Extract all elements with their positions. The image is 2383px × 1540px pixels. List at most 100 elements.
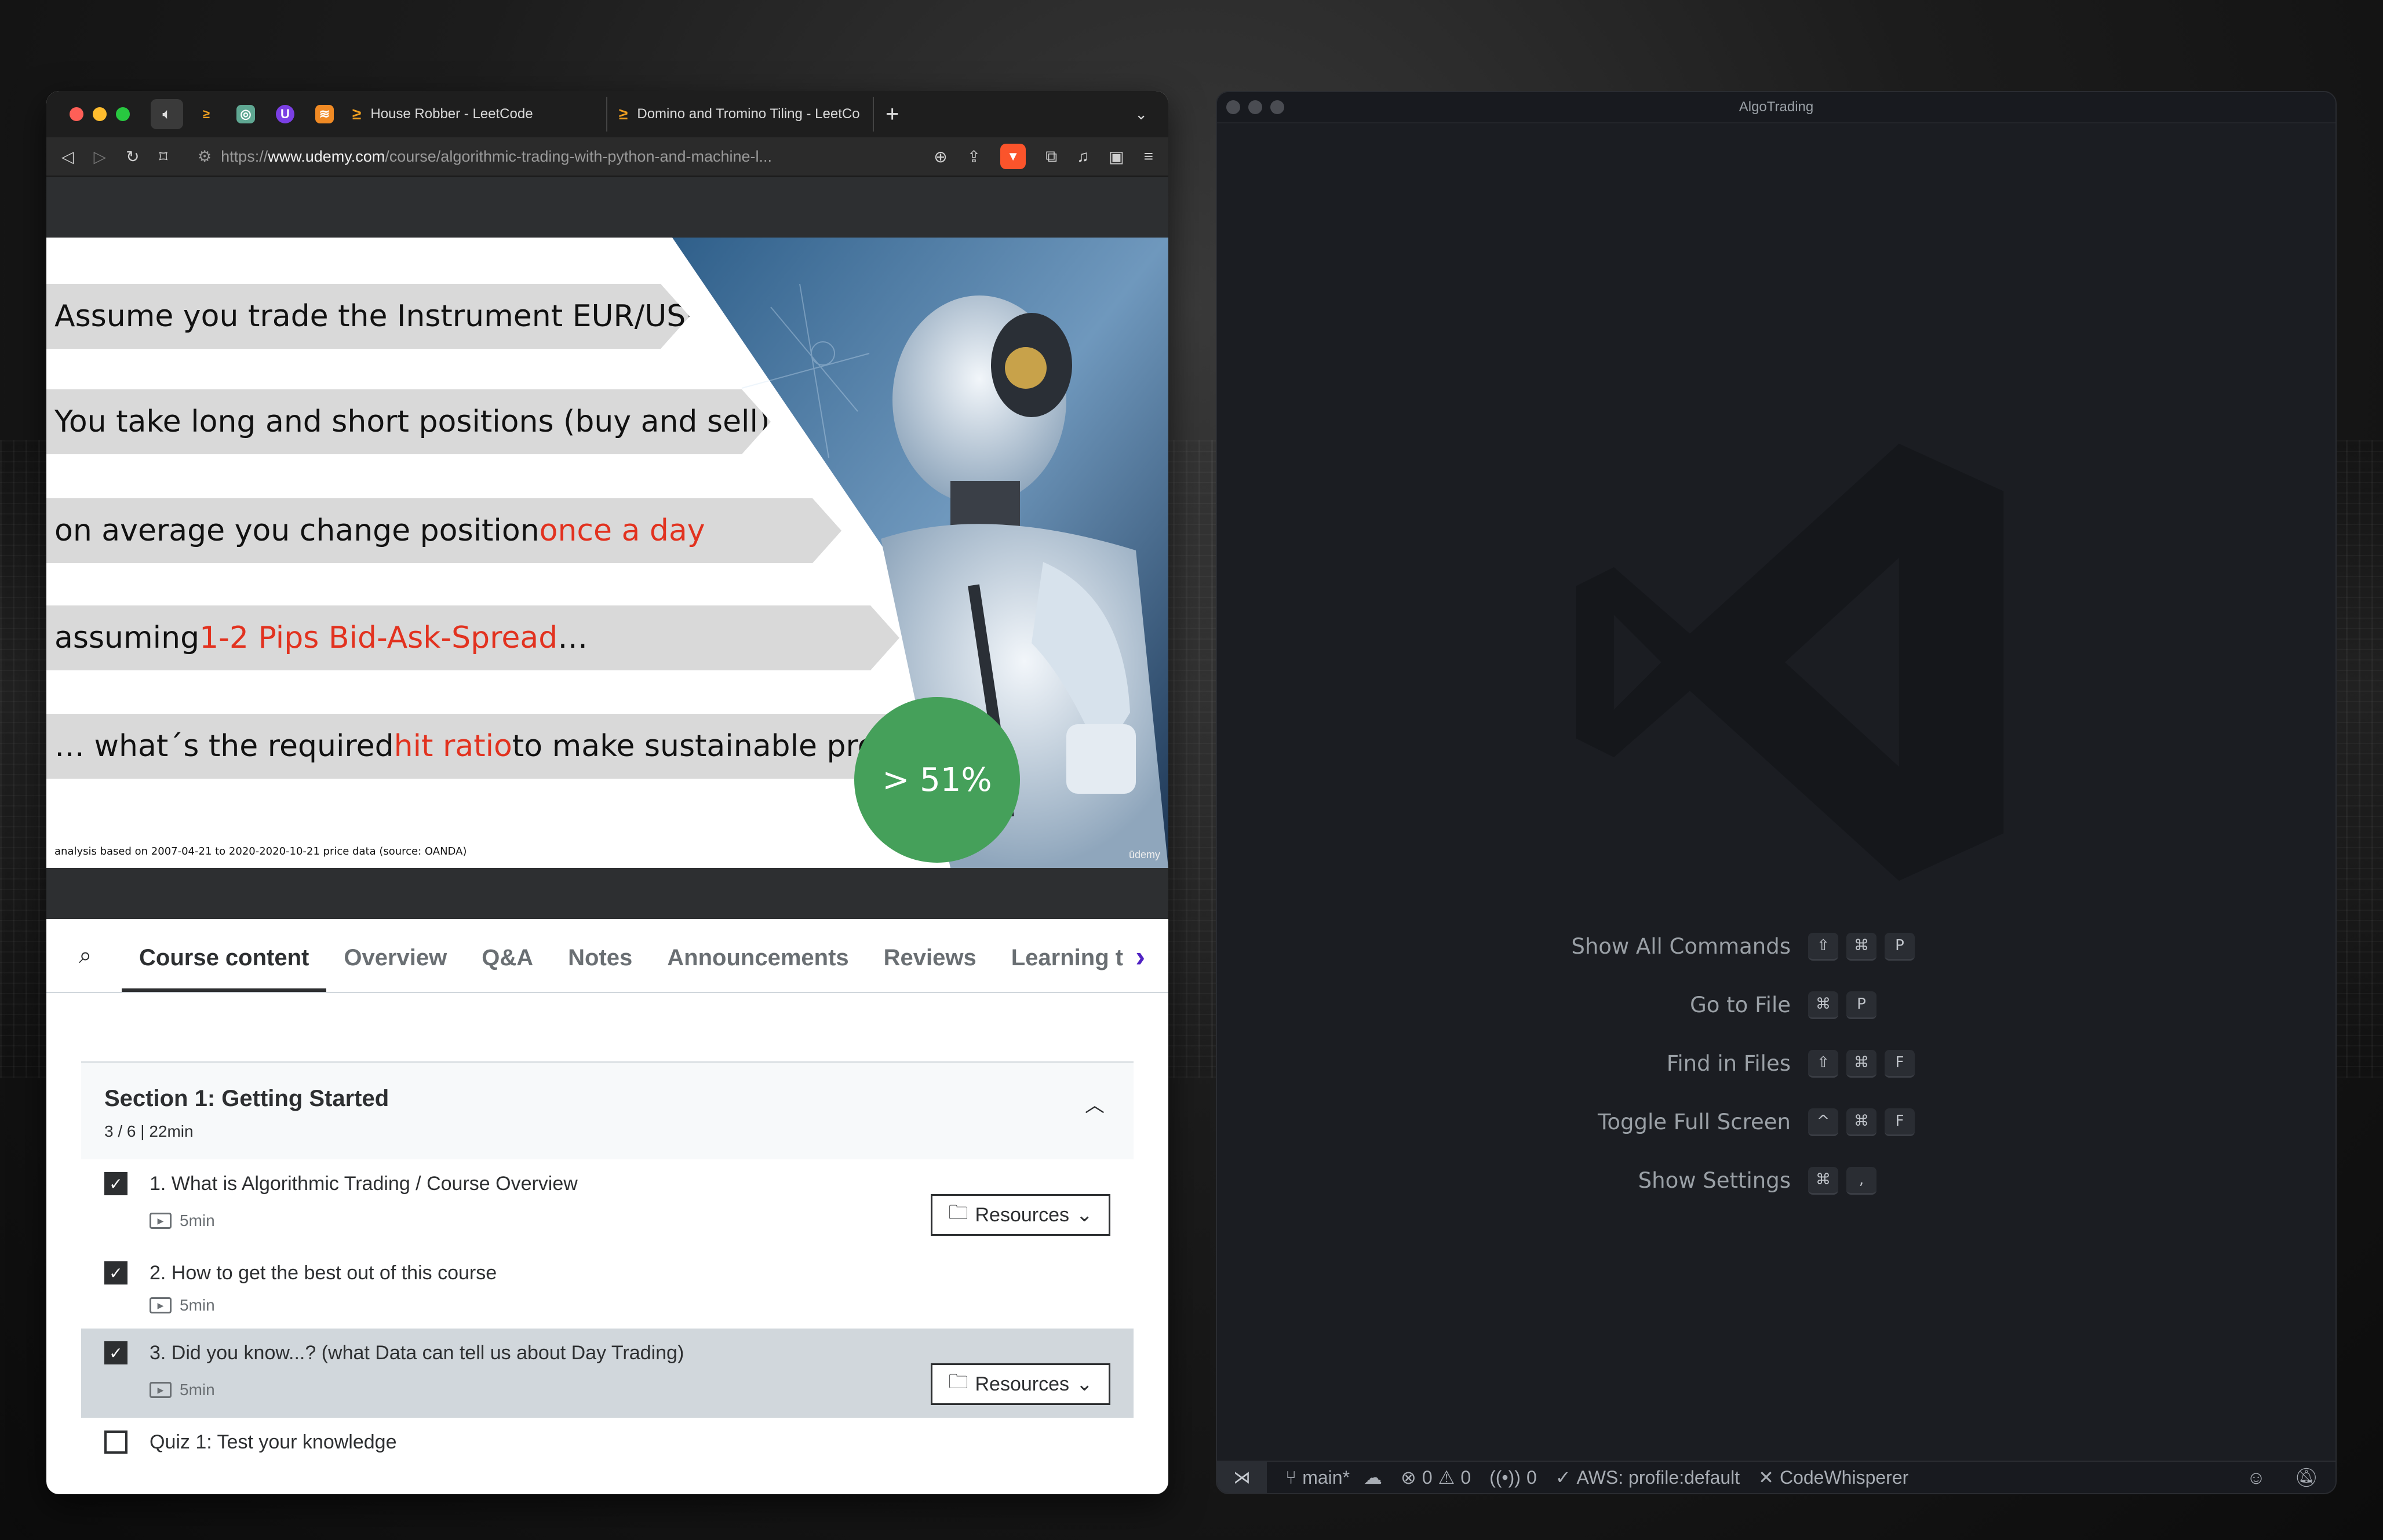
minimize-window-button[interactable] xyxy=(1248,100,1262,114)
pinned-tab-purple[interactable]: U xyxy=(269,99,301,129)
keybinding: ⌘ , xyxy=(1808,1166,1876,1195)
back-icon[interactable]: ◁ xyxy=(61,147,74,166)
aws-status[interactable]: ✓ AWS: profile:default xyxy=(1555,1466,1740,1488)
course-tabs: ⌕ Course content Overview Q&A Notes Anno… xyxy=(46,919,1168,993)
check-icon: ✓ xyxy=(1555,1467,1571,1488)
shortcut-toggle-full-screen[interactable]: Toggle Full Screen ^ ⌘ F xyxy=(1217,1093,2335,1151)
bullet-text: … what´s the required xyxy=(54,729,394,764)
tab-list-chevron-icon[interactable]: ⌄ xyxy=(1135,105,1147,123)
stack-icon: ≋ xyxy=(315,105,334,123)
video-top-bar xyxy=(46,177,1168,238)
leetcode-icon: ≥ xyxy=(352,105,362,123)
error-count: 0 xyxy=(1422,1466,1433,1488)
pinned-tab-chatgpt[interactable]: ◎ xyxy=(229,99,262,129)
video-icon: ▶ xyxy=(150,1297,172,1313)
shortcut-show-settings[interactable]: Show Settings ⌘ , xyxy=(1217,1151,2335,1210)
purple-app-icon: U xyxy=(276,105,294,123)
chevron-right-icon[interactable]: › xyxy=(1135,940,1145,973)
bullet-text: assuming xyxy=(54,621,200,655)
bullet-text-end: … xyxy=(558,621,588,655)
media-icon[interactable]: ♫ xyxy=(1077,147,1089,166)
quiz-title: Quiz 1: Test your knowledge xyxy=(150,1430,397,1453)
sidebar-icon[interactable]: ▣ xyxy=(1109,147,1124,166)
answer-badge: > 51% xyxy=(854,697,1020,863)
lecture-checkbox[interactable]: ✓ xyxy=(104,1261,127,1284)
status-bar: ⋊ ⑂ main* ☁︎ ⊗ 0 ⚠︎ 0 ((•)) 0 ✓ AWS: pro… xyxy=(1217,1461,2335,1493)
pinned-tab-audio[interactable]: 🔈︎ xyxy=(151,99,183,129)
lecture-duration: ▶ 5min xyxy=(150,1296,1110,1315)
key-ctrl: ^ xyxy=(1808,1108,1838,1136)
key-cmd: ⌘ xyxy=(1846,932,1876,961)
codewhisperer-status[interactable]: ✕ CodeWhisperer xyxy=(1758,1466,1908,1488)
bookmark-icon[interactable]: ⌑ xyxy=(159,147,167,166)
resources-button[interactable]: 🗀 Resources ⌄ xyxy=(931,1194,1110,1236)
copilot-icon[interactable]: ☺︎ xyxy=(2247,1467,2266,1488)
new-tab-button[interactable]: + xyxy=(886,101,899,127)
shortcut-label: Find in Files xyxy=(1666,1051,1791,1076)
resources-button[interactable]: 🗀 Resources ⌄ xyxy=(931,1363,1110,1405)
shortcut-find-in-files[interactable]: Find in Files ⇧ ⌘ F xyxy=(1217,1034,2335,1093)
tab-title: House Robber - LeetCode xyxy=(370,106,533,122)
zoom-icon[interactable]: ⊕ xyxy=(934,147,947,166)
forward-icon[interactable]: ▷ xyxy=(94,147,107,166)
error-icon: ⊗ xyxy=(1401,1467,1416,1488)
duration-text: 5min xyxy=(180,1381,215,1399)
lecture-video-slide[interactable]: Assume you trade the Instrument EUR/USD … xyxy=(46,238,1168,868)
section-header[interactable]: Section 1: Getting Started 3 / 6 | 22min… xyxy=(81,1061,1134,1159)
key-p: P xyxy=(1885,932,1915,961)
branch-name: main* xyxy=(1302,1466,1350,1488)
chevron-down-icon: ⌄ xyxy=(1076,1204,1093,1226)
menu-icon[interactable]: ≡ xyxy=(1144,147,1153,166)
tab-notes[interactable]: Notes xyxy=(551,945,650,992)
key-cmd: ⌘ xyxy=(1846,1049,1876,1078)
close-window-button[interactable] xyxy=(70,107,83,121)
bullet-highlight: hit ratio xyxy=(393,729,512,764)
problems-status[interactable]: ⊗ 0 ⚠︎ 0 xyxy=(1401,1466,1471,1488)
address-bar[interactable]: ⚙︎ https://www.udemy.com/course/algorith… xyxy=(187,142,914,171)
browser-window: 🔈︎ ≥ ◎ U ≋ ≥ House Robber - LeetCode ≥ D… xyxy=(46,91,1168,1494)
key-f: F xyxy=(1885,1049,1915,1078)
site-info-icon[interactable]: ⚙︎ xyxy=(198,148,212,166)
tab-reviews[interactable]: Reviews xyxy=(866,945,994,992)
branch-status[interactable]: ⑂ main* ☁︎ xyxy=(1285,1466,1382,1488)
reload-icon[interactable]: ↻ xyxy=(126,147,139,166)
chevron-up-icon[interactable]: ︿ xyxy=(1085,1089,1105,1118)
editor-area[interactable]: Show All Commands ⇧ ⌘ P Go to File ⌘ P F… xyxy=(1217,123,2335,1461)
shortcut-show-all-commands[interactable]: Show All Commands ⇧ ⌘ P xyxy=(1217,917,2335,976)
tab-learning-tools[interactable]: Learning t xyxy=(994,945,1123,992)
tab-qa[interactable]: Q&A xyxy=(464,945,551,992)
list-item[interactable]: Quiz 1: Test your knowledge xyxy=(81,1418,1134,1468)
list-item-current[interactable]: ✓ 3. Did you know...? (what Data can tel… xyxy=(81,1329,1134,1418)
warning-count: 0 xyxy=(1460,1466,1471,1488)
tab-announcements[interactable]: Announcements xyxy=(650,945,866,992)
slide-bullet-5: … what´s the required hit ratio to make … xyxy=(46,714,938,779)
zoom-window-button[interactable] xyxy=(116,107,130,121)
tab-house-robber[interactable]: ≥ House Robber - LeetCode xyxy=(341,97,607,132)
speaker-icon: 🔈︎ xyxy=(162,105,172,122)
pinned-tab-orange[interactable]: ≋ xyxy=(308,99,341,129)
list-item[interactable]: ✓ 1. What is Algorithmic Trading / Cours… xyxy=(81,1159,1134,1249)
brave-shields-icon[interactable]: ▼ xyxy=(1000,144,1026,169)
lecture-checkbox[interactable]: ✓ xyxy=(104,1341,127,1364)
tab-domino-tiling[interactable]: ≥ Domino and Tromino Tiling - LeetCo xyxy=(607,97,874,132)
quiz-checkbox[interactable] xyxy=(104,1430,127,1454)
minimize-window-button[interactable] xyxy=(93,107,107,121)
shortcut-label: Toggle Full Screen xyxy=(1598,1110,1791,1134)
zoom-window-button[interactable] xyxy=(1270,100,1284,114)
pinned-tab-leetcode[interactable]: ≥ xyxy=(190,99,223,129)
shortcut-go-to-file[interactable]: Go to File ⌘ P xyxy=(1217,976,2335,1034)
remote-indicator-icon[interactable]: ⋊ xyxy=(1217,1461,1267,1493)
close-window-button[interactable] xyxy=(1226,100,1240,114)
tab-overview[interactable]: Overview xyxy=(326,945,464,992)
window-controls xyxy=(1226,100,1284,114)
search-icon[interactable]: ⌕ xyxy=(79,943,122,992)
key-cmd: ⌘ xyxy=(1808,991,1838,1019)
share-icon[interactable]: ⇪ xyxy=(967,147,981,166)
extensions-icon[interactable]: ⧉ xyxy=(1045,147,1057,166)
ports-status[interactable]: ((•)) 0 xyxy=(1489,1467,1537,1488)
list-item[interactable]: ✓ 2. How to get the best out of this cou… xyxy=(81,1249,1134,1329)
lecture-checkbox[interactable]: ✓ xyxy=(104,1172,127,1195)
tab-course-content[interactable]: Course content xyxy=(122,945,327,992)
git-branch-icon: ⑂ xyxy=(1285,1466,1297,1488)
notifications-bell-icon[interactable]: 🔕︎ xyxy=(2294,1466,2318,1488)
